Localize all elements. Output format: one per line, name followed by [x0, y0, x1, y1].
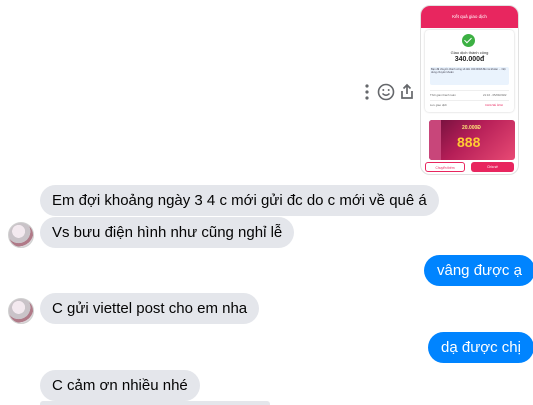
share-image-link: CHIA SẺ ẢNH	[485, 103, 503, 107]
save-label: Lưu giao dịch	[430, 103, 447, 107]
message-incoming-partial	[40, 401, 270, 405]
message-incoming[interactable]: Em đợi khoảng ngày 3 4 c mới gửi đc do c…	[40, 185, 439, 216]
avatar[interactable]	[8, 222, 34, 248]
promo-amount: 20.000Đ	[462, 125, 481, 131]
message-outgoing[interactable]: dạ được chị	[428, 332, 533, 363]
promo-number: 888	[457, 134, 481, 150]
time-label: Thời gian thanh toán	[430, 93, 456, 97]
message-incoming[interactable]: C gửi viettel post cho em nha	[40, 293, 260, 324]
promo-side	[429, 120, 441, 160]
message-incoming[interactable]: Vs bưu điện hình như cũng nghỉ lễ	[40, 217, 295, 248]
share-icon[interactable]	[397, 82, 417, 102]
time-value: 21:16 - 05/09/2022	[483, 93, 507, 97]
transaction-card: Giao dịch thành công 340.000đ Bạn đã chu…	[425, 30, 514, 112]
divider	[430, 90, 509, 91]
message-incoming[interactable]: C cảm ơn nhiều nhé	[40, 370, 200, 401]
avatar[interactable]	[8, 298, 34, 324]
message-outgoing[interactable]: vâng được ạ	[424, 255, 533, 286]
transaction-status: Giao dịch thành công	[450, 50, 489, 55]
transaction-note: Bạn đã chuyển thành công số tiền 340.000…	[430, 67, 509, 85]
shared-image-header: Kết quả giao dịch	[421, 6, 518, 28]
promo-banner: 20.000Đ 888	[429, 120, 515, 160]
more-vertical-icon[interactable]	[357, 82, 377, 102]
transaction-amount: 340.000đ	[454, 56, 485, 63]
share-button: Chia sẻ	[471, 162, 514, 172]
emoji-icon[interactable]	[376, 82, 396, 102]
transfer-more-button: Chuyển thêm	[425, 162, 465, 172]
shared-image[interactable]: Kết quả giao dịch Giao dịch thành công 3…	[420, 5, 519, 175]
divider	[430, 100, 509, 101]
success-check-icon	[462, 34, 475, 47]
